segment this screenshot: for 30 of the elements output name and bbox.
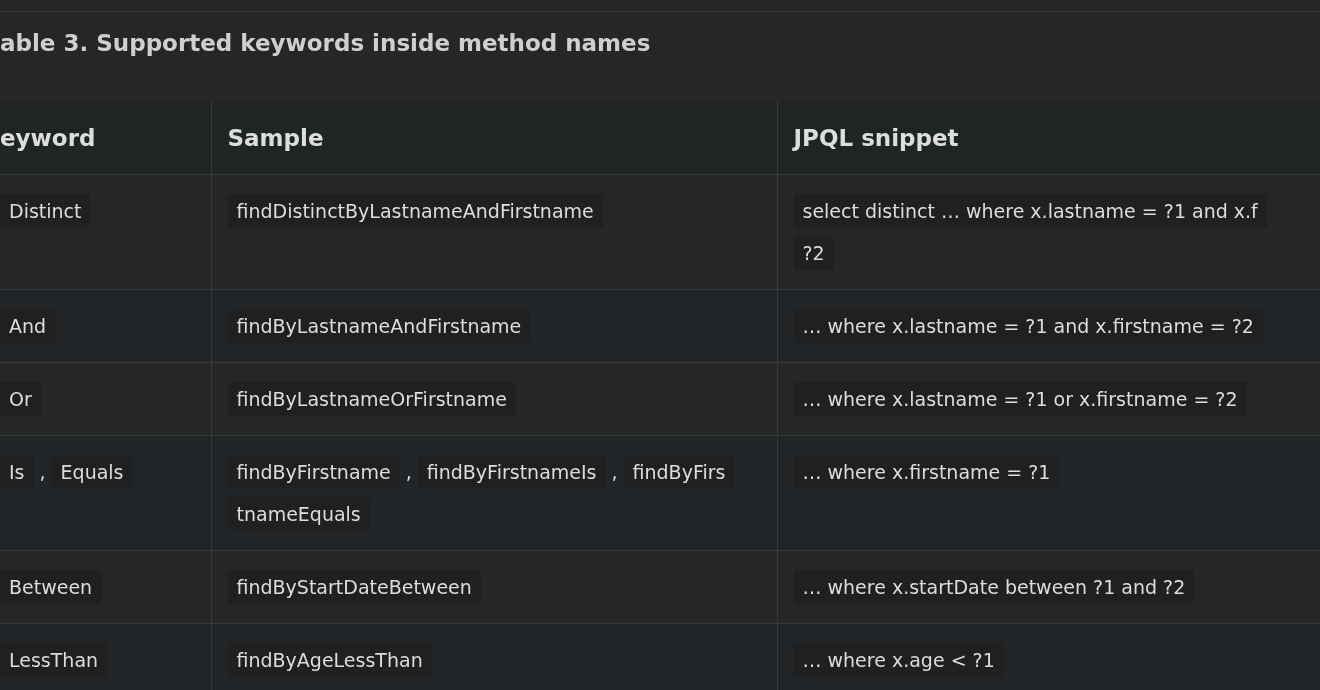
code-snippet: … where x.startDate between ?1 and ?2 [793, 570, 1195, 604]
code-snippet: Distinct [0, 194, 91, 228]
code-snippet: findByLastnameOrFirstname [227, 382, 516, 416]
code-snippet: findByFirstnameIs [417, 455, 606, 489]
code-snippet: ?2 [793, 236, 834, 270]
code-snippet: findByStartDateBetween [227, 570, 481, 604]
code-snippet: And [0, 309, 56, 343]
code-snippet: select distinct … where x.lastname = ?1 and x.f [793, 194, 1267, 228]
code-snippet: Equals [51, 455, 133, 489]
code-snippet: Between [0, 570, 102, 604]
code-snippet: Or [0, 382, 41, 416]
column-header: eyword [0, 101, 211, 175]
code-snippet: … where x.firstname = ?1 [793, 455, 1060, 489]
comma-text: , [404, 461, 413, 483]
code-snippet: findDistinctByLastnameAndFirstname [227, 194, 603, 228]
code-snippet: LessThan [0, 643, 108, 677]
code-snippet: tnameEquals [227, 497, 370, 531]
table-caption: able 3. Supported keywords inside method names [0, 29, 652, 58]
code-snippet: findByFirs [623, 455, 735, 489]
column-header: JPQL snippet [777, 101, 1320, 175]
code-snippet: findByFirstname [227, 455, 400, 489]
code-snippet: Is [0, 455, 34, 489]
column-header: Sample [211, 101, 777, 175]
code-snippet: … where x.lastname = ?1 and x.firstname = ?2 [793, 309, 1263, 343]
code-snippet: findByAgeLessThan [227, 643, 432, 677]
code-snippet: … where x.lastname = ?1 or x.firstname = ?2 [793, 382, 1247, 416]
comma-text: , [610, 461, 619, 483]
comma-text: , [38, 461, 47, 483]
code-snippet: … where x.age < ?1 [793, 643, 1004, 677]
code-snippet: findByLastnameAndFirstname [227, 309, 531, 343]
